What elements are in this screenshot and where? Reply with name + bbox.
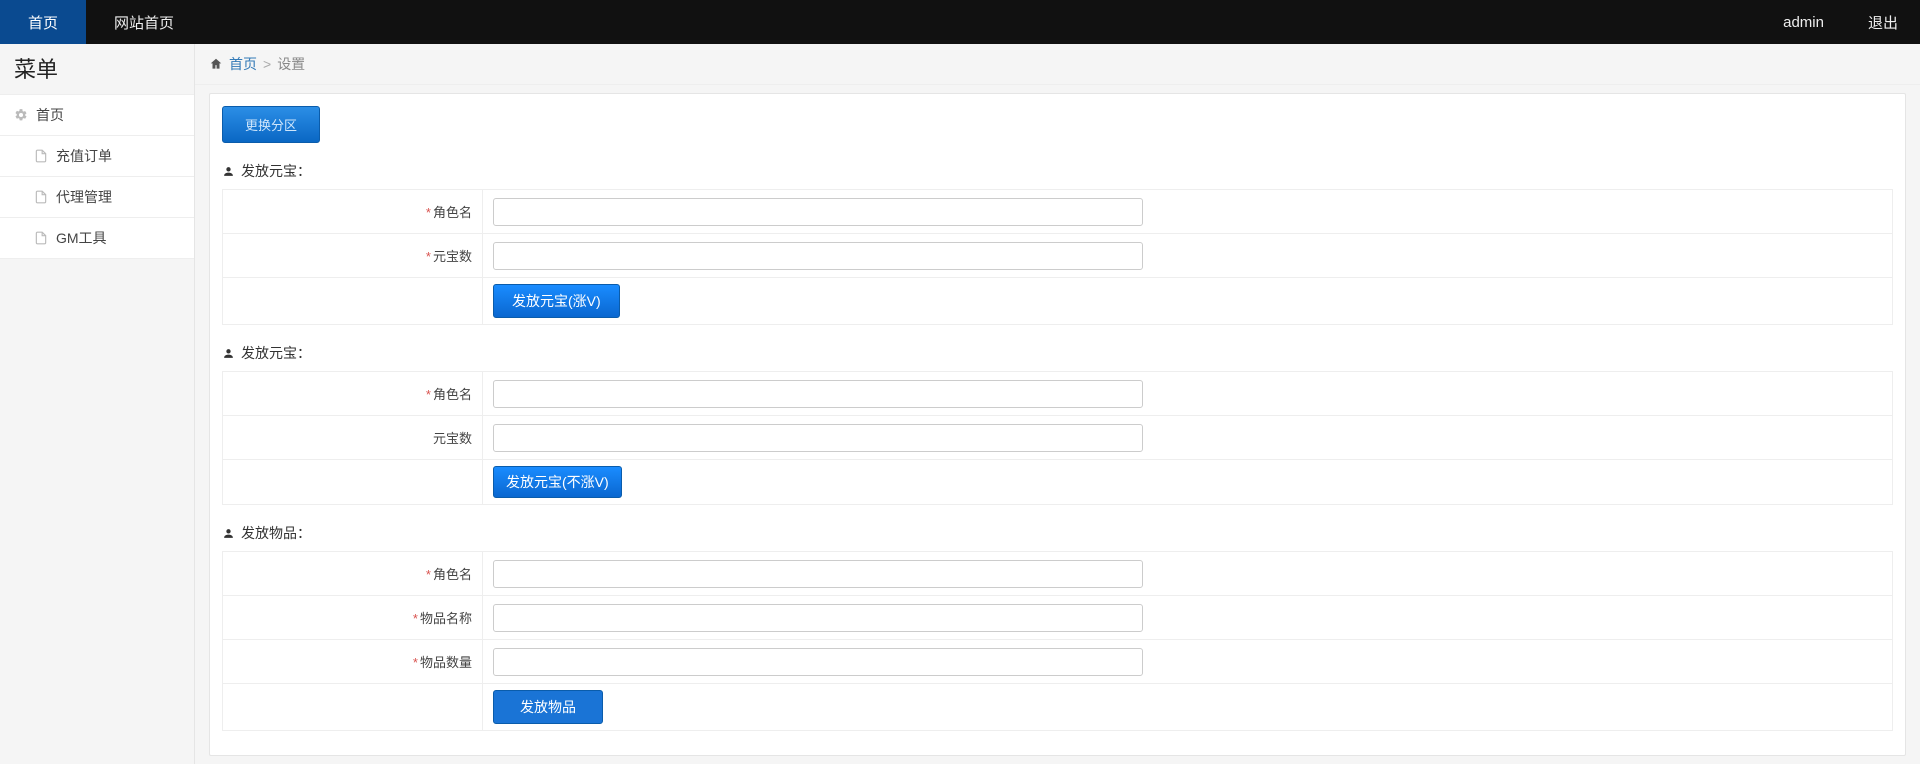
top-nav-spacer	[202, 0, 1761, 44]
field-label: *物品数量	[223, 640, 483, 684]
button-row-label	[223, 684, 483, 731]
person-icon	[222, 347, 235, 360]
switch-zone-button[interactable]: 更换分区	[222, 106, 320, 143]
field-label: *角色名	[223, 372, 483, 416]
content-panel: 更换分区 发放元宝： *角色名 *元宝数	[209, 93, 1906, 756]
field-label: *元宝数	[223, 234, 483, 278]
sidebar-root-label: 首页	[36, 105, 64, 125]
sidebar-item-recharge[interactable]: 充值订单	[0, 135, 194, 176]
form-table: *角色名 *元宝数 发放元宝(涨V)	[222, 189, 1893, 325]
document-icon	[34, 190, 48, 204]
main: 首页 > 设置 更换分区 发放元宝： *角色名	[195, 44, 1920, 756]
top-nav-left: 首页 网站首页	[0, 0, 202, 44]
form-table: *角色名 *物品名称 *物品数量 发放物品	[222, 551, 1893, 731]
issue-yuanbao-nov-button[interactable]: 发放元宝(不涨V)	[493, 466, 622, 498]
section-title-text: 发放物品：	[241, 523, 311, 543]
container: 菜单 首页 充值订单 代理管理	[0, 44, 1920, 764]
item-qty-input[interactable]	[493, 648, 1143, 676]
section-title: 发放物品：	[222, 523, 1893, 543]
nav-site-home[interactable]: 网站首页	[86, 0, 202, 44]
breadcrumb-current: 设置	[277, 54, 305, 74]
yuanbao-amount-input[interactable]	[493, 242, 1143, 270]
sidebar-root-home[interactable]: 首页	[0, 94, 194, 135]
nav-home[interactable]: 首页	[0, 0, 86, 44]
role-name-input[interactable]	[493, 198, 1143, 226]
section-issue-yuanbao-v: 发放元宝： *角色名 *元宝数 发放元宝(涨V)	[222, 161, 1893, 325]
field-label: *物品名称	[223, 596, 483, 640]
section-title-text: 发放元宝：	[241, 161, 311, 181]
person-icon	[222, 527, 235, 540]
role-name-input[interactable]	[493, 380, 1143, 408]
nav-user[interactable]: admin	[1761, 0, 1846, 44]
breadcrumb-sep: >	[263, 56, 271, 72]
yuanbao-amount-input[interactable]	[493, 424, 1143, 452]
sidebar-item-label: 代理管理	[56, 187, 112, 207]
home-icon	[209, 57, 223, 71]
nav-logout[interactable]: 退出	[1846, 0, 1920, 44]
button-row-label	[223, 278, 483, 325]
top-nav: 首页 网站首页 admin 退出	[0, 0, 1920, 44]
sidebar-item-gmtool[interactable]: GM工具	[0, 217, 194, 259]
person-icon	[222, 165, 235, 178]
sidebar-panel: 首页 充值订单 代理管理 GM工具	[0, 94, 194, 259]
section-issue-item: 发放物品： *角色名 *物品名称 *物品数量	[222, 523, 1893, 731]
role-name-input[interactable]	[493, 560, 1143, 588]
sidebar-item-label: 充值订单	[56, 146, 112, 166]
issue-yuanbao-v-button[interactable]: 发放元宝(涨V)	[493, 284, 620, 318]
sidebar-item-label: GM工具	[56, 228, 107, 248]
form-table: *角色名 元宝数 发放元宝(不涨V)	[222, 371, 1893, 505]
field-label: *角色名	[223, 190, 483, 234]
field-label: 元宝数	[223, 416, 483, 460]
sidebar-item-agent[interactable]: 代理管理	[0, 176, 194, 217]
section-title: 发放元宝：	[222, 343, 1893, 363]
gear-icon	[14, 108, 28, 122]
section-title: 发放元宝：	[222, 161, 1893, 181]
document-icon	[34, 231, 48, 245]
section-title-text: 发放元宝：	[241, 343, 311, 363]
top-nav-right: admin 退出	[1761, 0, 1920, 44]
field-label: *角色名	[223, 552, 483, 596]
breadcrumb-home-link[interactable]: 首页	[229, 54, 257, 74]
issue-item-button[interactable]: 发放物品	[493, 690, 603, 724]
document-icon	[34, 149, 48, 163]
breadcrumb: 首页 > 设置	[195, 44, 1920, 85]
item-name-input[interactable]	[493, 604, 1143, 632]
sidebar: 菜单 首页 充值订单 代理管理	[0, 44, 195, 764]
sidebar-title: 菜单	[0, 44, 194, 94]
button-row-label	[223, 460, 483, 505]
section-issue-yuanbao-nov: 发放元宝： *角色名 元宝数 发放元宝(不涨V)	[222, 343, 1893, 505]
